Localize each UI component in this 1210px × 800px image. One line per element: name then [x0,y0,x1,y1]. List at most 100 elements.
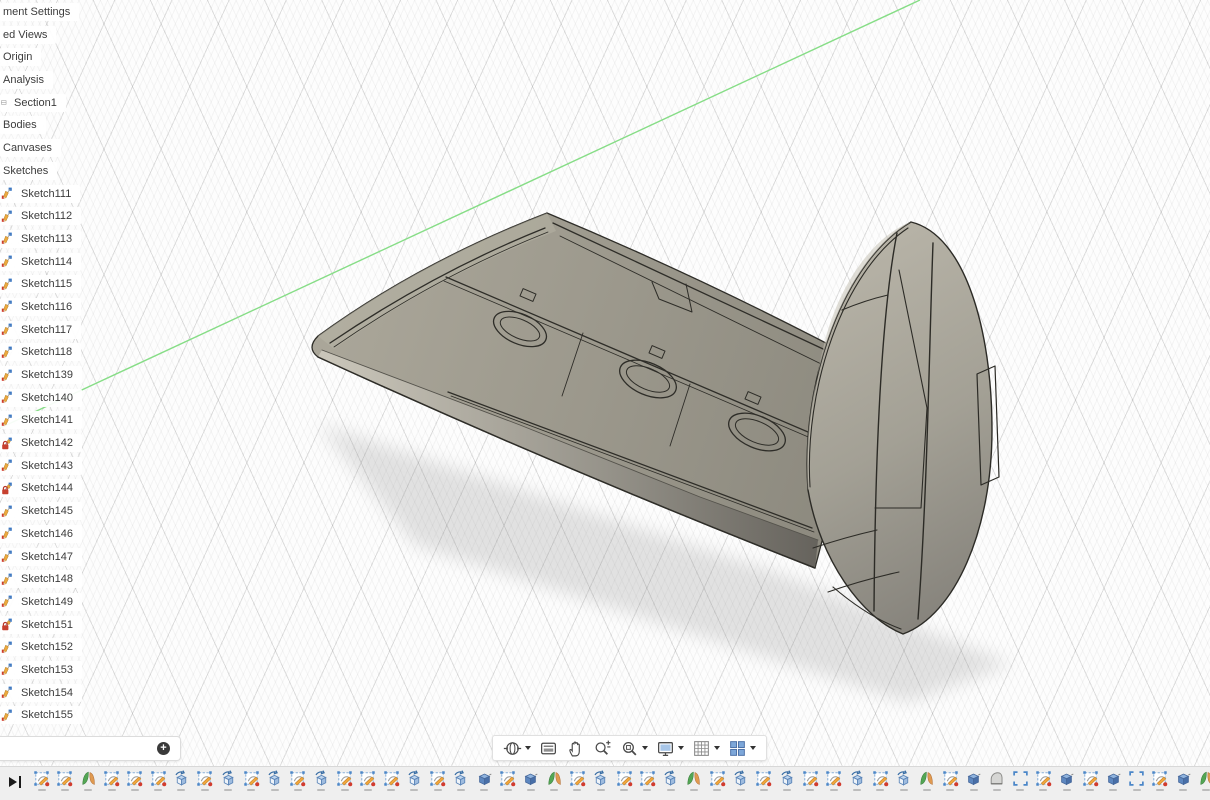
timeline-box-feature[interactable] [1055,770,1078,791]
timeline-extrude-feature[interactable] [659,770,682,791]
timeline-extrude-feature[interactable] [170,770,193,791]
browser-item-sketch111[interactable]: Sketch111 [0,184,82,203]
timeline-sketch-feature[interactable] [286,770,309,791]
timeline-sketch-feature[interactable] [356,770,379,791]
browser-item-pill[interactable]: Sketch154 [0,683,82,702]
timeline-extrude-feature[interactable] [892,770,915,791]
timeline-sketch-feature[interactable] [333,770,356,791]
browser-item-pill[interactable]: Sketch112 [0,207,82,226]
timeline-box-feature[interactable] [473,770,496,791]
timeline-box-feature[interactable] [519,770,542,791]
nav-fit-button[interactable] [616,736,652,760]
browser-item-origin[interactable]: Origin [0,48,82,67]
browser-item-sketch112[interactable]: Sketch112 [0,207,82,226]
browser-item-sketch146[interactable]: Sketch146 [0,524,82,543]
nav-look-at-button[interactable] [535,736,562,760]
timeline-sketch-feature[interactable] [799,770,822,791]
timeline-sketch-feature[interactable] [1078,770,1101,791]
browser-item-pill[interactable]: Analysis [0,71,53,90]
browser-item-bodies[interactable]: Bodies [0,116,82,135]
timeline-sketch-feature[interactable] [566,770,589,791]
timeline-sketch-feature[interactable] [193,770,216,791]
chevron-down-icon[interactable] [750,746,756,750]
timeline-box-feature[interactable] [1102,770,1125,791]
browser-item-pill[interactable]: Sketch140 [0,388,82,407]
timeline-sketch-feature[interactable] [612,770,635,791]
timeline-extrude-feature[interactable] [403,770,426,791]
nav-zoom-button[interactable] [589,736,616,760]
browser-item-sketch142[interactable]: Sketch142 [0,434,82,453]
timeline-sketch-feature[interactable] [100,770,123,791]
timeline-form-feature[interactable] [915,770,938,791]
plus-circle-icon[interactable]: + [157,742,170,755]
browser-item-section1[interactable]: Section1 [0,93,82,112]
browser-item-pill[interactable]: Sketch151 [0,615,82,634]
browser-item-pill[interactable]: Section1 [0,93,66,112]
timeline-sketch-feature[interactable] [869,770,892,791]
timeline-corners-feature[interactable] [1125,770,1148,791]
browser-item-sketch114[interactable]: Sketch114 [0,252,82,271]
timeline-form-feature[interactable] [682,770,705,791]
timeline-sketch-feature[interactable] [1032,770,1055,791]
browser-item-pill[interactable]: Origin [0,48,42,67]
browser-item-sketch153[interactable]: Sketch153 [0,660,82,679]
browser-item-pill[interactable]: Sketches [0,161,58,180]
timeline-form-feature[interactable] [543,770,566,791]
browser-item-named-views[interactable]: ed Views [0,25,82,44]
browser-item-sketch147[interactable]: Sketch147 [0,547,82,566]
browser-item-pill[interactable]: Sketch142 [0,434,82,453]
browser-item-sketch143[interactable]: Sketch143 [0,456,82,475]
timeline-extrude-feature[interactable] [776,770,799,791]
chevron-down-icon[interactable] [678,746,684,750]
browser-item-sketch154[interactable]: Sketch154 [0,683,82,702]
browser-item-pill[interactable]: Sketch116 [0,297,82,316]
3d-viewport[interactable] [0,0,1210,800]
browser-item-sketch115[interactable]: Sketch115 [0,275,82,294]
browser-item-pill[interactable]: Sketch148 [0,570,82,589]
chevron-down-icon[interactable] [525,746,531,750]
browser-item-sketch151[interactable]: Sketch151 [0,615,82,634]
timeline-sketch-feature[interactable] [240,770,263,791]
chevron-down-icon[interactable] [714,746,720,750]
browser-item-pill[interactable]: Sketch139 [0,366,82,384]
browser-item-pill[interactable]: ed Views [0,25,57,44]
timeline-form-feature[interactable] [77,770,100,791]
browser-item-document-settings[interactable]: ment Settings [0,3,82,21]
browser-item-pill[interactable]: Sketch152 [0,638,82,657]
timeline-sketch-feature[interactable] [822,770,845,791]
timeline-sketch-feature[interactable] [1148,770,1171,791]
timeline-sketch-feature[interactable] [30,770,53,791]
browser-item-pill[interactable]: Sketch143 [0,456,82,475]
browser-item-pill[interactable]: Sketch144 [0,479,82,498]
browser-item-sketch140[interactable]: Sketch140 [0,388,82,407]
browser-item-pill[interactable]: Sketch114 [0,252,82,271]
timeline-dome-feature[interactable] [985,770,1008,791]
browser-item-pill[interactable]: Sketch145 [0,502,82,521]
timeline-extrude-feature[interactable] [845,770,868,791]
browser-item-sketch141[interactable]: Sketch141 [0,411,82,430]
browser-item-pill[interactable]: Sketch115 [0,275,82,294]
nav-grid-and-snaps-button[interactable] [688,736,724,760]
browser-item-pill[interactable]: Sketch155 [0,706,82,725]
nav-pan-button[interactable] [562,736,589,760]
timeline-sketch-feature[interactable] [706,770,729,791]
browser-item-pill[interactable]: Bodies [0,116,46,135]
browser-item-pill[interactable]: Sketch113 [0,229,82,248]
timeline-extrude-feature[interactable] [449,770,472,791]
browser-item-pill[interactable]: Sketch146 [0,524,82,543]
chevron-down-icon[interactable] [642,746,648,750]
browser-item-sketch148[interactable]: Sketch148 [0,570,82,589]
browser-item-pill[interactable]: Sketch141 [0,411,82,430]
browser-item-sketch118[interactable]: Sketch118 [0,343,82,362]
timeline-sketch-feature[interactable] [379,770,402,791]
browser-item-pill[interactable]: ment Settings [0,3,80,21]
fin-body[interactable] [806,221,1000,635]
browser-item-pill[interactable]: Sketch153 [0,660,82,679]
timeline-extrude-feature[interactable] [310,770,333,791]
browser-item-pill[interactable]: Canvases [0,139,61,158]
browser-item-pill[interactable]: Sketch117 [0,320,82,339]
timeline-extrude-feature[interactable] [729,770,752,791]
timeline-sketch-feature[interactable] [496,770,519,791]
timeline-sketch-feature[interactable] [636,770,659,791]
browser-item-sketches[interactable]: Sketches [0,161,82,180]
